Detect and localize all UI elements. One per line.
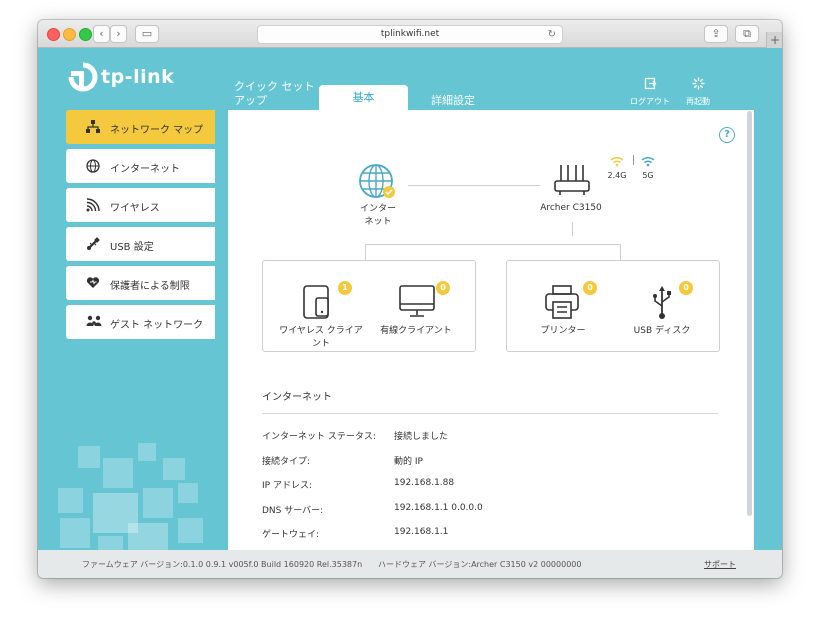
share-button[interactable]: ⇪ — [704, 25, 728, 43]
url-text: tplinkwifi.net — [380, 29, 440, 39]
usb-disk-item[interactable] — [650, 284, 674, 320]
section-divider — [262, 413, 718, 414]
router-node[interactable] — [553, 163, 591, 197]
router-icon — [554, 165, 590, 195]
footer-bar: ファームウェア バージョン:0.1.0 0.9.1 v005f.0 Build … — [38, 550, 782, 578]
gateway-value: 192.168.1.1 — [394, 527, 449, 537]
wifi-24-icon — [610, 156, 624, 167]
tab-basic[interactable]: 基本 — [319, 85, 408, 110]
wired-clients-count-badge: 0 — [436, 281, 450, 295]
firmware-version: ファームウェア バージョン:0.1.0 0.9.1 v005f.0 Build … — [82, 560, 363, 569]
connection-type-key: 接続タイプ: — [262, 457, 311, 467]
dns-server-value: 192.168.1.1 0.0.0.0 — [394, 503, 483, 513]
wired-clients-item[interactable] — [398, 284, 438, 318]
reload-icon[interactable]: ↻ — [548, 26, 556, 43]
support-link[interactable]: サポート — [704, 559, 736, 570]
connection-line — [365, 244, 621, 245]
maximize-window-button[interactable] — [79, 28, 92, 41]
wifi-5g-icon — [641, 156, 655, 167]
connection-line — [365, 244, 366, 260]
panel-scrollbar[interactable] — [747, 111, 752, 516]
network-map-icon — [86, 120, 102, 134]
dns-server-key: DNS サーバー: — [262, 506, 324, 516]
heart-icon — [86, 276, 102, 290]
usb-devices-box — [506, 260, 720, 352]
monitor-icon — [399, 285, 435, 317]
sidebar-item-label: ゲスト ネットワーク — [110, 320, 204, 331]
router-admin-page: tp-link クイック セット アップ 基本 詳細設定 ログアウト 再起動 ネ… — [38, 48, 782, 578]
sidebar-item-guest-network[interactable]: ゲスト ネットワーク — [66, 305, 215, 339]
internet-section-title: インターネット — [262, 392, 332, 403]
internet-status-value: 接続しました — [394, 432, 449, 442]
router-label: Archer C3150 — [540, 203, 602, 213]
connection-line — [408, 185, 540, 186]
sidebar-item-label: ネットワーク マップ — [110, 125, 204, 136]
connection-type-value: 動的 IP — [394, 457, 423, 467]
reboot-label: 再起動 — [686, 97, 710, 106]
minimize-window-button[interactable] — [63, 28, 76, 41]
logout-label: ログアウト — [630, 97, 670, 106]
internet-node-label: インター ネット — [359, 204, 396, 227]
sidebar-item-label: 保護者による制限 — [110, 281, 190, 292]
wireless-clients-item[interactable] — [302, 284, 336, 320]
globe-icon — [86, 159, 102, 173]
connection-line — [572, 222, 573, 236]
help-icon[interactable]: ? — [719, 127, 735, 143]
usb-icon — [86, 237, 102, 251]
sidebar-item-label: USB 設定 — [110, 242, 154, 253]
hardware-version: ハードウェア バージョン:Archer C3150 v2 00000000 — [378, 560, 582, 569]
address-bar[interactable]: tplinkwifi.net ↻ — [257, 25, 563, 44]
main-panel: ? インター ネット Archer C3150 2.4G 5G 1 ワイヤレス … — [228, 110, 754, 550]
gateway-key: ゲートウェイ: — [262, 530, 320, 540]
tp-link-logo-mark — [68, 62, 98, 92]
sidebar-item-usb[interactable]: USB 設定 — [66, 227, 215, 261]
internet-status-key: インターネット ステータス: — [262, 432, 376, 442]
forward-button[interactable]: › — [110, 25, 127, 43]
printer-label: プリンター — [540, 326, 586, 336]
band-24g-label: 2.4G — [607, 171, 627, 180]
usb-disk-count-badge: 0 — [679, 281, 693, 295]
tablet-icon — [303, 285, 329, 319]
sidebar-item-network-map[interactable]: ネットワーク マップ — [66, 110, 215, 144]
logout-button[interactable]: ログアウト — [625, 77, 675, 107]
printer-count-badge: 0 — [583, 281, 597, 295]
internet-node[interactable] — [358, 163, 398, 201]
tab-advanced[interactable]: 詳細設定 — [431, 92, 475, 108]
wireless-clients-count-badge: 1 — [338, 281, 352, 295]
usb-disk-label: USB ディスク — [633, 326, 691, 336]
reboot-icon — [673, 77, 723, 94]
connection-line — [620, 244, 621, 260]
band-5g-label: 5G — [642, 171, 654, 180]
tp-link-logo: tp-link — [68, 62, 174, 92]
new-tab-button[interactable]: + — [766, 32, 782, 48]
sidebar-item-label: インターネット — [110, 164, 180, 175]
ip-address-value: 192.168.1.88 — [394, 478, 455, 488]
logo-text: tp-link — [101, 66, 175, 88]
title-bar: ‹ › ▭ tplinkwifi.net ↻ ⇪ ⧉ — [38, 20, 782, 48]
usb-disk-icon — [653, 286, 671, 319]
band-divider — [633, 155, 634, 165]
ip-address-key: IP アドレス: — [262, 481, 312, 491]
wireless-clients-label: ワイヤレス クライア ント — [279, 326, 363, 349]
printer-icon — [545, 285, 579, 319]
reboot-button[interactable]: 再起動 — [673, 77, 723, 107]
sidebar-item-internet[interactable]: インターネット — [66, 149, 215, 183]
guest-icon — [86, 315, 102, 329]
back-button[interactable]: ‹ — [93, 25, 110, 43]
tab-overview-button[interactable]: ⧉ — [735, 25, 759, 43]
sidebar-item-wireless[interactable]: ワイヤレス — [66, 188, 215, 222]
close-window-button[interactable] — [47, 28, 60, 41]
wifi-icon — [86, 198, 102, 212]
browser-window: ‹ › ▭ tplinkwifi.net ↻ ⇪ ⧉ + tp-link クイッ… — [38, 20, 782, 578]
sidebar-item-parental-controls[interactable]: 保護者による制限 — [66, 266, 215, 300]
sidebar-item-label: ワイヤレス — [110, 203, 160, 214]
logout-icon — [625, 77, 675, 94]
globe-icon — [359, 164, 395, 198]
tab-quick-setup[interactable]: クイック セット アップ — [234, 80, 318, 108]
sidebar-toggle-button[interactable]: ▭ — [135, 25, 159, 43]
wired-clients-label: 有線クライアント — [380, 326, 452, 336]
printer-item[interactable] — [544, 284, 580, 320]
